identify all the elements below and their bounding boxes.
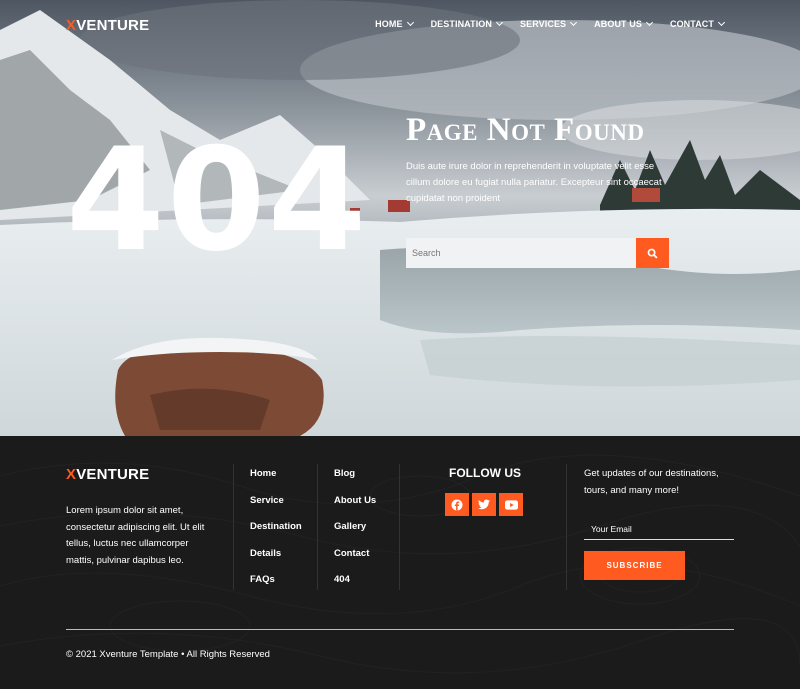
footer-separator [66,629,734,630]
email-field[interactable]: Your Email [584,519,734,540]
nav-contact-label: CONTACT [669,19,714,29]
footer-link-destination[interactable]: Destination [250,521,302,532]
search-button[interactable] [636,238,669,268]
follow-us-heading: FOLLOW US [449,466,521,480]
footer-divider [399,464,400,590]
search-input[interactable]: Search [406,238,636,268]
search-form: Search [406,238,669,268]
copyright-text: © 2021 Xventure Template • All Rights Re… [66,649,270,660]
footer-link-about-us[interactable]: About Us [334,495,376,506]
page-description: Duis aute irure dolor in reprehenderit i… [406,161,662,204]
youtube-button[interactable] [499,493,523,516]
footer-about-text: Lorem ipsum dolor sit amet, consectetur … [66,505,205,566]
footer-link-details[interactable]: Details [250,548,302,559]
page-title: Page Not Found [406,112,645,148]
footer-links-col1: Home Service Destination Details FAQs [250,468,302,601]
facebook-button[interactable] [445,493,469,516]
nav-destination[interactable]: DESTINATION [430,18,504,29]
youtube-icon [504,499,518,510]
newsletter-text: Get updates of our destinations, tours, … [584,468,719,496]
chevron-down-icon [406,18,414,27]
email-placeholder: Your Email [591,524,632,534]
nav-home-label: HOME [375,19,403,29]
chevron-down-icon [717,18,726,27]
hero-section: XVENTURE HOME DESTINATION SERVICES ABOUT… [0,0,800,436]
twitter-button[interactable] [472,493,496,516]
footer-link-404[interactable]: 404 [334,574,376,585]
footer-divider [566,464,567,590]
nav-destination-label: DESTINATION [430,19,492,29]
footer-link-faqs[interactable]: FAQs [250,574,302,585]
footer-logo[interactable]: XVENTURE [66,466,149,483]
nav-services[interactable]: SERVICES [520,18,578,29]
search-icon [647,248,658,259]
footer-link-home[interactable]: Home [250,468,302,479]
nav-about-us-label: ABOUT US [594,19,642,29]
social-links [445,493,523,516]
footer-divider [317,464,318,590]
footer-link-gallery[interactable]: Gallery [334,521,376,532]
error-code: 404 [66,118,369,283]
footer-link-blog[interactable]: Blog [334,468,376,479]
logo-text: VENTURE [76,17,150,34]
footer-link-service[interactable]: Service [250,495,302,506]
subscribe-button[interactable]: SUBSCRIBE [584,551,685,580]
logo-text: VENTURE [76,466,150,483]
logo-x-letter: X [66,17,77,34]
search-placeholder: Search [412,248,441,258]
logo-x-letter: X [66,466,77,483]
nav-services-label: SERVICES [520,19,567,29]
footer-link-contact[interactable]: Contact [334,548,376,559]
nav-about-us[interactable]: ABOUT US [594,18,654,29]
chevron-down-icon [645,18,654,27]
main-nav: HOME DESTINATION SERVICES ABOUT US CONTA… [375,18,726,29]
site-footer: XVENTURE Lorem ipsum dolor sit amet, con… [0,436,800,689]
nav-home[interactable]: HOME [375,18,414,29]
facebook-icon [451,499,463,510]
footer-divider [233,464,234,590]
nav-contact[interactable]: CONTACT [669,18,726,29]
header-logo[interactable]: XVENTURE [66,17,149,34]
chevron-down-icon [570,18,578,27]
chevron-down-icon [495,18,504,27]
footer-links-col2: Blog About Us Gallery Contact 404 [334,468,376,601]
twitter-icon [478,499,490,510]
